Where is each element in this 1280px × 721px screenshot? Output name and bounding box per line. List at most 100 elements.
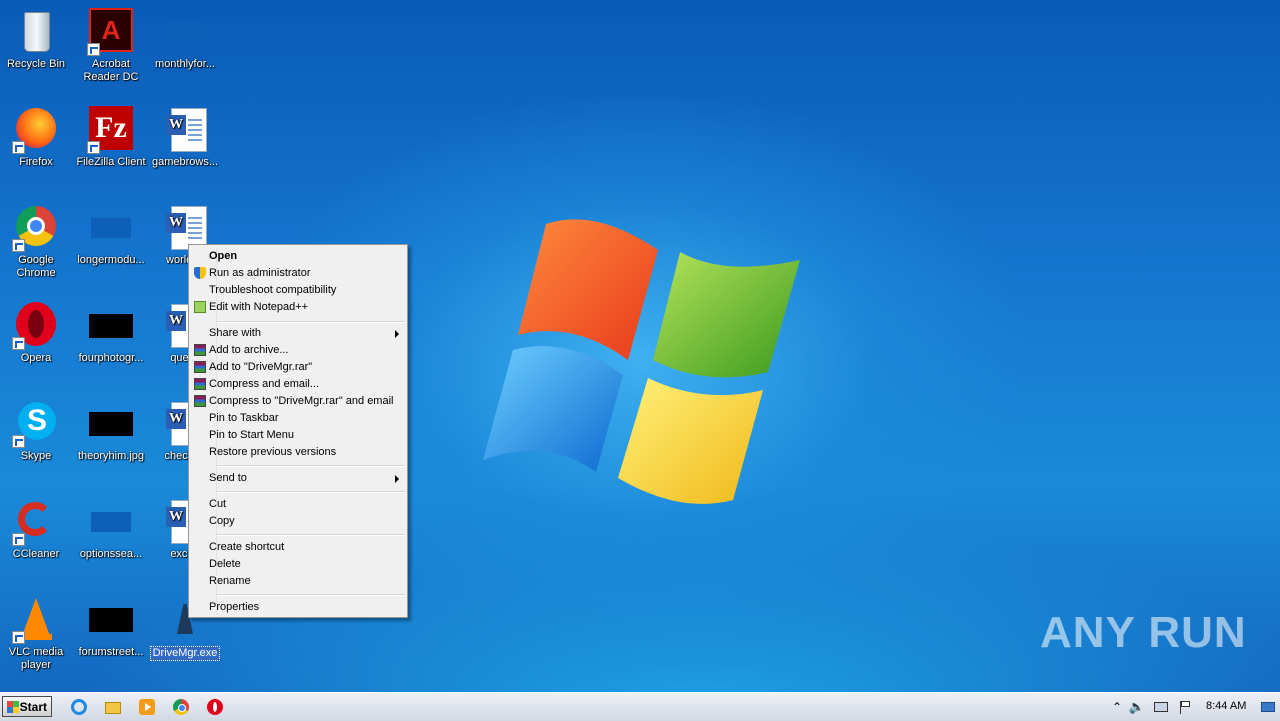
menu-separator bbox=[217, 491, 405, 493]
icon-label: Opera bbox=[20, 352, 52, 364]
explorer-icon[interactable] bbox=[104, 698, 122, 716]
menu-label: Pin to Start Menu bbox=[209, 429, 294, 441]
menu-item-cut[interactable]: Cut bbox=[191, 496, 405, 513]
menu-item-share-with[interactable]: Share with bbox=[191, 325, 405, 342]
menu-item-troubleshoot-compatibility[interactable]: Troubleshoot compatibility bbox=[191, 282, 405, 299]
menu-item-copy[interactable]: Copy bbox=[191, 513, 405, 530]
menu-label: Open bbox=[209, 250, 238, 262]
menu-item-add-to-drivemgr-rar[interactable]: Add to "DriveMgr.rar" bbox=[191, 359, 405, 376]
desktop[interactable]: Recycle Bin Firefox Google Chrome Opera … bbox=[0, 0, 1280, 692]
network-icon[interactable] bbox=[1152, 698, 1170, 716]
context-menu[interactable]: Open Run as administrator Troubleshoot c… bbox=[188, 244, 408, 618]
icon-label: Firefox bbox=[19, 156, 53, 168]
menu-item-open[interactable]: Open bbox=[191, 248, 405, 265]
recycle-bin-graphic-icon bbox=[12, 8, 60, 56]
recycle-bin-icon[interactable]: Recycle Bin bbox=[0, 8, 73, 71]
menu-label: Add to "DriveMgr.rar" bbox=[209, 361, 313, 373]
volume-icon[interactable]: 🔈 bbox=[1128, 698, 1146, 716]
menu-label: Copy bbox=[209, 515, 235, 527]
longermodu-icon[interactable]: longermodu... bbox=[74, 204, 148, 267]
taskbar-clock[interactable]: 8:44 AM bbox=[1206, 700, 1246, 712]
filezilla-icon[interactable]: Fz FileZilla Client bbox=[74, 106, 148, 169]
menu-item-rename[interactable]: Rename bbox=[191, 573, 405, 590]
menu-item-run-as-administrator[interactable]: Run as administrator bbox=[191, 265, 405, 282]
ccleaner-icon[interactable]: CCleaner bbox=[0, 498, 73, 561]
icon-label: DriveMgr.exe bbox=[149, 646, 221, 661]
shortcut-arrow-icon bbox=[12, 239, 25, 252]
menu-label: Troubleshoot compatibility bbox=[209, 284, 337, 296]
vlc-graphic-icon bbox=[12, 596, 60, 644]
skype-icon[interactable]: S Skype bbox=[0, 400, 73, 463]
icon-label: gamebrows... bbox=[151, 156, 219, 168]
vlc-icon[interactable]: VLC media player bbox=[0, 596, 73, 672]
icon-label: FileZilla Client bbox=[76, 156, 146, 168]
chrome-icon[interactable] bbox=[172, 698, 190, 716]
shortcut-arrow-icon bbox=[87, 141, 100, 154]
image-thumbnail-icon bbox=[87, 302, 135, 350]
file-thumbnail-icon bbox=[161, 8, 209, 56]
menu-item-restore-previous-versions[interactable]: Restore previous versions bbox=[191, 444, 405, 461]
firefox-icon[interactable]: Firefox bbox=[0, 106, 73, 169]
menu-label: Delete bbox=[209, 558, 241, 570]
acrobat-graphic-icon: A bbox=[87, 8, 135, 56]
notepadpp-icon bbox=[194, 301, 206, 313]
acrobat-reader-icon[interactable]: A Acrobat Reader DC bbox=[74, 8, 148, 84]
menu-item-delete[interactable]: Delete bbox=[191, 556, 405, 573]
menu-item-create-shortcut[interactable]: Create shortcut bbox=[191, 539, 405, 556]
menu-item-compress-and-email[interactable]: Compress and email... bbox=[191, 376, 405, 393]
filezilla-graphic-icon: Fz bbox=[87, 106, 135, 154]
opera-icon[interactable] bbox=[206, 698, 224, 716]
fourphotogr-icon[interactable]: fourphotogr... bbox=[74, 302, 148, 365]
action-center-flag-icon[interactable] bbox=[1176, 698, 1194, 716]
winrar-icon bbox=[194, 395, 206, 407]
menu-item-edit-with-notepadpp[interactable]: Edit with Notepad++ bbox=[191, 299, 405, 316]
menu-separator bbox=[217, 321, 405, 323]
icon-label: optionssea... bbox=[79, 548, 143, 560]
menu-item-add-to-archive[interactable]: Add to archive... bbox=[191, 342, 405, 359]
shield-icon bbox=[194, 267, 206, 279]
google-chrome-icon[interactable]: Google Chrome bbox=[0, 204, 73, 280]
menu-label: Add to archive... bbox=[209, 344, 289, 356]
menu-label: Create shortcut bbox=[209, 541, 285, 553]
icon-label: Recycle Bin bbox=[6, 58, 66, 70]
menu-label: Edit with Notepad++ bbox=[209, 301, 309, 313]
show-hidden-icons-icon[interactable]: ⌃ bbox=[1108, 698, 1126, 716]
menu-item-properties[interactable]: Properties bbox=[191, 599, 405, 616]
menu-label: Run as administrator bbox=[209, 267, 311, 279]
submenu-arrow-icon bbox=[395, 475, 399, 483]
firefox-graphic-icon bbox=[12, 106, 60, 154]
file-thumbnail-icon bbox=[87, 204, 135, 252]
icon-label: Google Chrome bbox=[16, 254, 56, 279]
forumstreet-icon[interactable]: forumstreet... bbox=[74, 596, 148, 659]
winrar-icon bbox=[194, 344, 206, 356]
ie-icon[interactable] bbox=[70, 698, 88, 716]
menu-item-pin-to-start-menu[interactable]: Pin to Start Menu bbox=[191, 427, 405, 444]
menu-item-send-to[interactable]: Send to bbox=[191, 470, 405, 487]
image-thumbnail-icon bbox=[87, 596, 135, 644]
shortcut-arrow-icon bbox=[12, 141, 25, 154]
watermark: ANY RUN bbox=[1040, 608, 1247, 657]
optionssea-icon[interactable]: optionssea... bbox=[74, 498, 148, 561]
start-button[interactable]: Start bbox=[2, 696, 52, 717]
media-player-icon[interactable] bbox=[138, 698, 156, 716]
shortcut-arrow-icon bbox=[87, 43, 100, 56]
start-label: Start bbox=[19, 700, 47, 714]
menu-item-compress-to-rar-and-email[interactable]: Compress to "DriveMgr.rar" and email bbox=[191, 393, 405, 410]
icon-label: CCleaner bbox=[12, 548, 60, 560]
windows-flag-icon bbox=[7, 701, 19, 713]
menu-separator bbox=[217, 465, 405, 467]
opera-icon[interactable]: Opera bbox=[0, 302, 73, 365]
monthlyfor-icon[interactable]: monthlyfor... bbox=[148, 8, 222, 71]
chrome-graphic-icon bbox=[12, 204, 60, 252]
gamebrows-icon[interactable]: gamebrows... bbox=[148, 106, 222, 169]
icon-label: longermodu... bbox=[77, 254, 145, 266]
shortcut-arrow-icon bbox=[12, 631, 25, 644]
image-thumbnail-icon bbox=[87, 400, 135, 448]
menu-item-pin-to-taskbar[interactable]: Pin to Taskbar bbox=[191, 410, 405, 427]
shortcut-arrow-icon bbox=[12, 337, 25, 350]
icon-label: Skype bbox=[20, 450, 52, 462]
word-document-icon bbox=[161, 106, 209, 154]
theoryhim-icon[interactable]: theoryhim.jpg bbox=[74, 400, 148, 463]
icon-label: forumstreet... bbox=[78, 646, 144, 658]
show-desktop-icon[interactable] bbox=[1260, 698, 1278, 716]
